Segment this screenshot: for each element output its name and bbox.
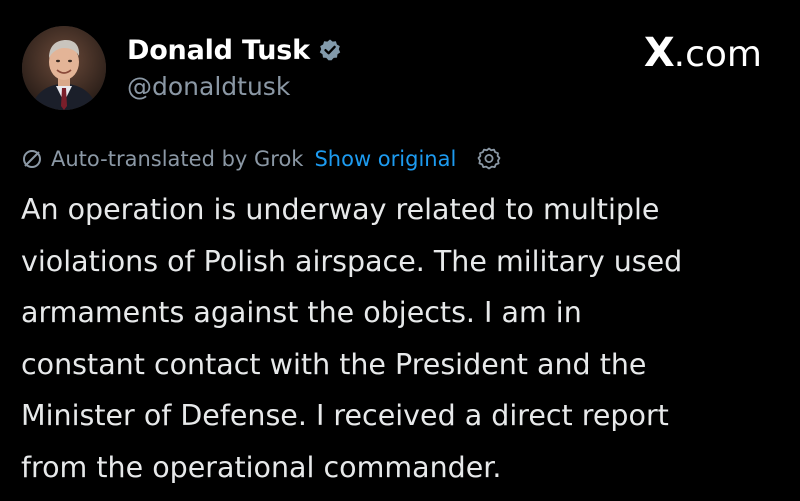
no-entry-icon	[21, 148, 43, 170]
post-text-line: An operation is underway related to mult…	[21, 193, 660, 226]
post-text-line: violations of Polish airspace. The milit…	[21, 244, 683, 278]
avatar-image	[22, 26, 106, 110]
verified-badge-icon	[318, 38, 342, 62]
display-name[interactable]: Donald Tusk	[127, 35, 310, 66]
author-block: Donald Tusk @donaldtusk	[127, 32, 342, 101]
post-text-line: Minister of Defense. I received a direct…	[21, 399, 669, 432]
x-logo-icon: X	[643, 30, 675, 76]
brand-domain: .com	[673, 34, 762, 75]
post-text-line: armaments against the objects. I am in	[21, 296, 582, 329]
translation-label: Auto-translated by Grok	[51, 147, 304, 171]
post-card: Donald Tusk @donaldtusk X .com Auto-trans…	[0, 0, 800, 501]
name-row: Donald Tusk	[127, 32, 342, 68]
show-original-link[interactable]: Show original	[314, 147, 456, 171]
handle[interactable]: @donaldtusk	[127, 72, 342, 101]
x-com-logo: X .com	[644, 30, 762, 76]
post-text-line: from the operational commander.	[21, 450, 502, 484]
gear-icon[interactable]	[476, 146, 502, 172]
avatar[interactable]	[22, 26, 106, 110]
post-text-line: constant contact with the President and …	[21, 347, 647, 381]
translation-bar: Auto-translated by Grok Show original	[21, 143, 502, 175]
post-text: An operation is underway related to mult…	[21, 184, 791, 493]
